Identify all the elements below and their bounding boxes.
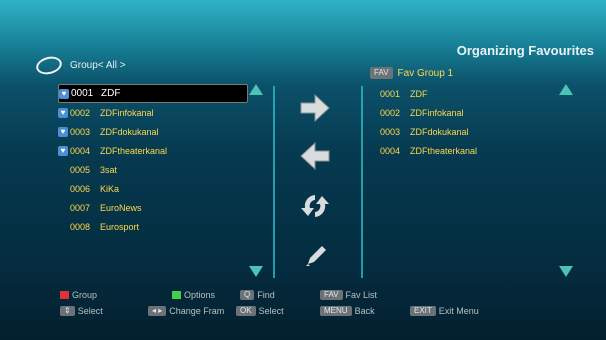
favourite-heart-icon: ♥ <box>58 107 68 118</box>
channel-number: 0002 <box>380 107 401 118</box>
help-exit-label: Exit Menu <box>438 306 479 316</box>
help-group: Group <box>60 290 97 300</box>
channel-number: 0006 <box>70 183 91 194</box>
help-change-frame: ◂ ▸ Change Fram <box>148 306 224 316</box>
rename-pencil-icon[interactable] <box>303 241 331 269</box>
help-fav-list-label: Fav List <box>345 290 378 300</box>
all-channels-list[interactable]: ♥ 0001 ZDF ♥ 0002 ZDFinfokanal ♥ 0003 ZD… <box>58 84 248 236</box>
channel-number: 0007 <box>70 202 91 213</box>
ok-key-icon: OK <box>236 306 256 316</box>
channel-row[interactable]: 0005 3sat <box>58 160 248 179</box>
channel-row[interactable]: 0008 Eurosport <box>58 217 248 236</box>
channel-name: ZDFtheaterkanal <box>100 145 168 156</box>
help-fav-list: FAV Fav List <box>320 290 377 300</box>
help-ok-select: OK Select <box>236 306 284 316</box>
help-change-frame-label: Change Fram <box>169 306 225 316</box>
favourite-heart-icon: ♥ <box>58 145 68 156</box>
channel-number: 0004 <box>380 145 401 156</box>
channel-row[interactable]: 0006 KiKa <box>58 179 248 198</box>
help-exit: EXIT Exit Menu <box>410 306 479 316</box>
up-down-key-icon: ⇕ <box>60 306 75 316</box>
group-selector[interactable]: Group< All > <box>34 54 126 77</box>
menu-key-icon: MENU <box>320 306 352 316</box>
exit-key-icon: EXIT <box>410 306 436 316</box>
channel-number: 0003 <box>380 126 401 137</box>
help-back-label: Back <box>354 306 375 316</box>
channel-name: ZDF <box>410 88 428 99</box>
channel-number: 0008 <box>70 221 91 232</box>
help-options: Options <box>172 290 215 300</box>
fav-channel-row[interactable]: 0001 ZDF <box>380 84 580 103</box>
move-right-arrow-icon[interactable] <box>299 93 331 123</box>
organize-favourites-screen: Organizing Favourites Group< All > FAV F… <box>0 0 606 340</box>
channel-name: Eurosport <box>100 221 140 232</box>
group-label: Group< All > <box>70 60 126 71</box>
red-key-icon <box>60 291 69 299</box>
fav-group-header: FAV Fav Group 1 <box>370 67 453 79</box>
channel-number: 0003 <box>70 126 91 137</box>
green-key-icon <box>172 291 181 299</box>
group-ring-icon <box>34 54 64 77</box>
help-select: ⇕ Select <box>60 306 103 316</box>
channel-name: ZDFinfokanal <box>100 107 154 118</box>
favourite-heart-icon: ♥ <box>58 126 68 137</box>
left-right-key-icon: ◂ ▸ <box>148 306 167 316</box>
channel-row[interactable]: ♥ 0004 ZDFtheaterkanal <box>58 141 248 160</box>
help-ok-select-label: Select <box>258 306 284 316</box>
channel-number: 0005 <box>70 164 91 175</box>
channel-number: 0001 <box>71 88 94 99</box>
fav-channel-row[interactable]: 0004 ZDFtheaterkanal <box>380 141 580 160</box>
fav-scroll-down-icon[interactable] <box>559 266 573 277</box>
channel-number: 0004 <box>70 145 91 156</box>
scroll-down-icon[interactable] <box>249 266 263 277</box>
channel-name: EuroNews <box>100 202 142 213</box>
fav-key-icon: FAV <box>320 290 343 300</box>
channel-row[interactable]: ♥ 0001 ZDF <box>58 84 248 103</box>
scroll-up-icon[interactable] <box>249 84 263 95</box>
help-group-label: Group <box>72 290 98 300</box>
channel-name: 3sat <box>100 164 118 175</box>
swap-icon[interactable] <box>300 191 330 221</box>
divider-left <box>273 86 275 278</box>
channel-row[interactable]: ♥ 0003 ZDFdokukanal <box>58 122 248 141</box>
channel-name: ZDFinfokanal <box>410 107 464 118</box>
fav-tag: FAV <box>370 67 393 79</box>
channel-row[interactable]: 0007 EuroNews <box>58 198 248 217</box>
move-left-arrow-icon[interactable] <box>299 141 331 171</box>
channel-name: ZDFdokukanal <box>100 126 159 137</box>
fav-channel-row[interactable]: 0003 ZDFdokukanal <box>380 122 580 141</box>
fav-group-name: Fav Group 1 <box>397 67 454 79</box>
channel-name: ZDFtheaterkanal <box>410 145 478 156</box>
channel-name: ZDF <box>101 88 121 99</box>
favourite-channels-list[interactable]: 0001 ZDF 0002 ZDFinfokanal 0003 ZDFdokuk… <box>380 84 580 160</box>
fav-channel-row[interactable]: 0002 ZDFinfokanal <box>380 103 580 122</box>
help-select-label: Select <box>77 306 103 316</box>
help-options-label: Options <box>184 290 216 300</box>
channel-row[interactable]: ♥ 0002 ZDFinfokanal <box>58 103 248 122</box>
fav-scroll-up-icon[interactable] <box>559 84 573 95</box>
help-find-label: Find <box>257 290 275 300</box>
channel-number: 0001 <box>380 88 401 99</box>
help-find: Q Find <box>240 290 275 300</box>
page-title: Organizing Favourites <box>456 43 594 58</box>
channel-name: KiKa <box>100 183 120 194</box>
divider-right <box>361 86 363 278</box>
search-key-icon: Q <box>240 290 255 300</box>
favourite-heart-icon: ♥ <box>59 88 69 99</box>
channel-name: ZDFdokukanal <box>410 126 469 137</box>
help-back: MENU Back <box>320 306 375 316</box>
channel-number: 0002 <box>70 107 91 118</box>
